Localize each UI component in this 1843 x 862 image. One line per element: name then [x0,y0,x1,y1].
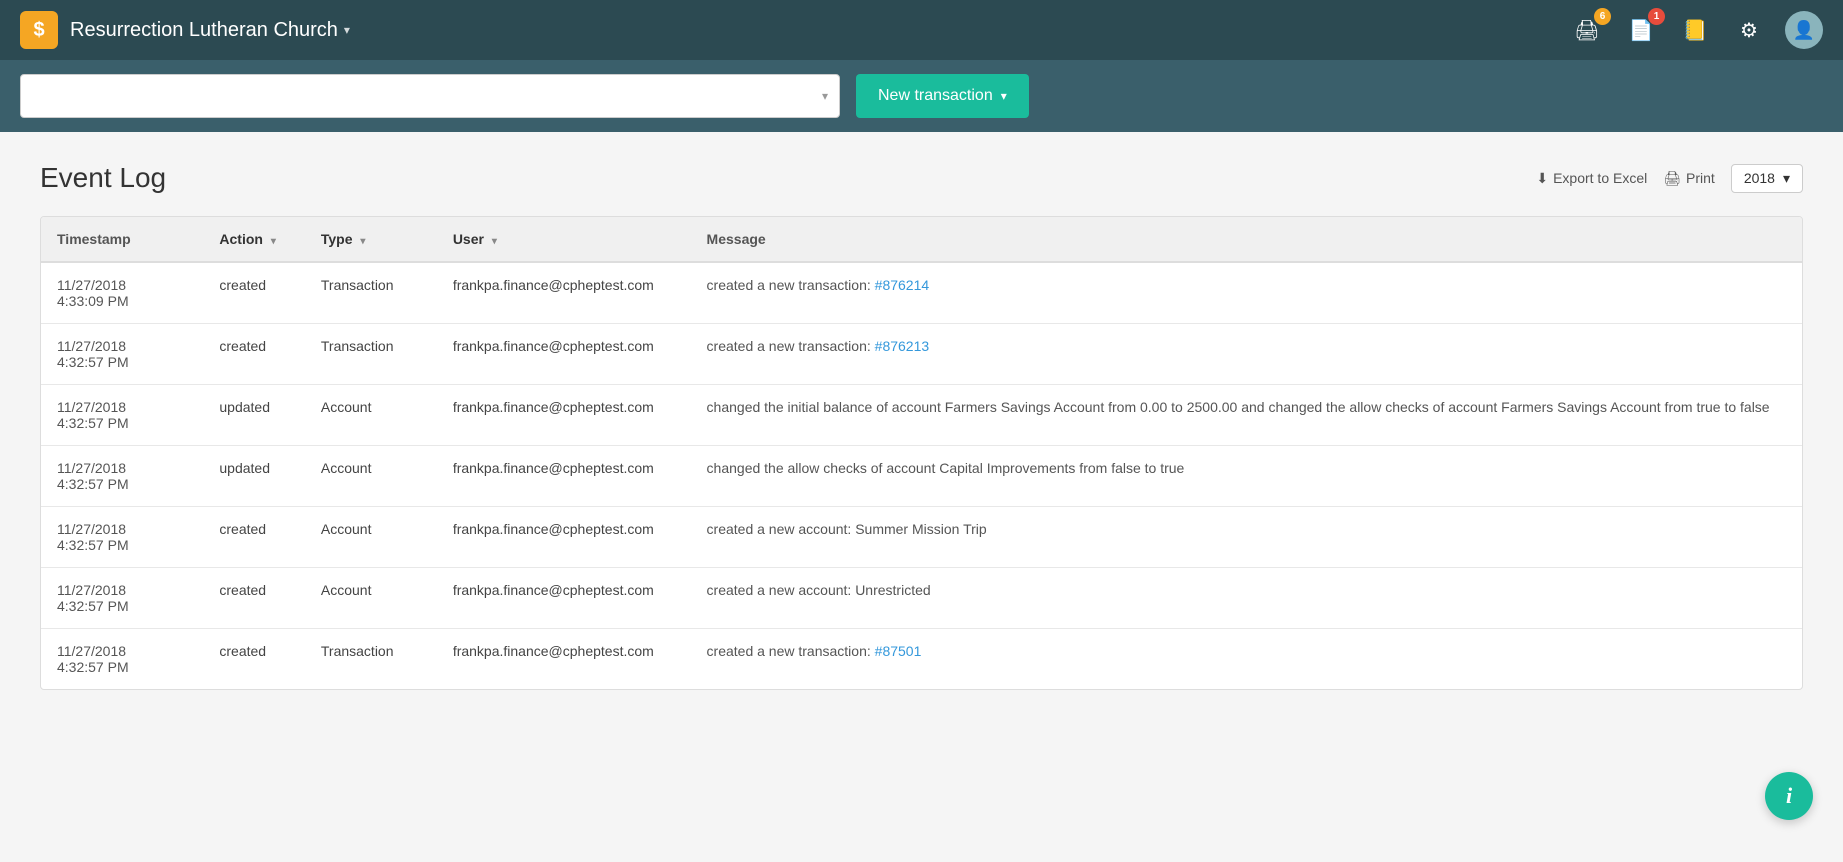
cell-message: created a new account: Summer Mission Tr… [691,507,1802,568]
settings-icon-button[interactable]: ⚙ [1731,12,1767,48]
cell-action: created [203,324,304,385]
new-transaction-chevron-icon: ▾ [1001,89,1007,103]
ledger-icon: 📒 [1683,18,1708,43]
year-chevron-icon: ▾ [1783,170,1790,187]
col-action[interactable]: Action ▾ [203,217,304,262]
new-transaction-label: New transaction [878,87,993,105]
cell-type: Account [305,507,437,568]
main-header: $ Resurrection Lutheran Church ▾ 🖨 6 📄 1… [0,0,1843,60]
header-left: $ Resurrection Lutheran Church ▾ [20,11,350,49]
cell-user: frankpa.finance@cpheptest.com [437,385,691,446]
cell-type: Transaction [305,262,437,324]
table-row: 11/27/20184:33:09 PMcreatedTransactionfr… [41,262,1802,324]
cell-timestamp: 11/27/20184:33:09 PM [41,262,203,324]
sub-header: ▾ New transaction ▾ [0,60,1843,132]
table-row: 11/27/20184:32:57 PMcreatedAccountfrankp… [41,568,1802,629]
table-row: 11/27/20184:32:57 PMupdatedAccountfrankp… [41,446,1802,507]
cell-user: frankpa.finance@cpheptest.com [437,629,691,690]
header-right: 🖨 6 📄 1 📒 ⚙ 👤 [1569,11,1823,49]
cell-action: created [203,507,304,568]
cell-user: frankpa.finance@cpheptest.com [437,446,691,507]
cell-user: frankpa.finance@cpheptest.com [437,507,691,568]
info-fab-button[interactable]: i [1765,772,1813,820]
col-user[interactable]: User ▾ [437,217,691,262]
gear-icon: ⚙ [1740,18,1758,43]
cell-action: created [203,629,304,690]
print-icon: 🖨 [1663,170,1681,187]
app-logo: $ [20,11,58,49]
cell-timestamp: 11/27/20184:32:57 PM [41,446,203,507]
new-transaction-button[interactable]: New transaction ▾ [856,74,1029,118]
cell-type: Account [305,568,437,629]
transaction-link[interactable]: #876213 [875,338,930,354]
event-log-table: Timestamp Action ▾ Type ▾ User ▾ [41,217,1802,689]
table-row: 11/27/20184:32:57 PMcreatedAccountfrankp… [41,507,1802,568]
table-header: Timestamp Action ▾ Type ▾ User ▾ [41,217,1802,262]
avatar-icon: 👤 [1793,20,1815,41]
search-chevron-icon: ▾ [822,89,828,103]
cell-message: created a new transaction: #876213 [691,324,1802,385]
print-badge: 6 [1594,8,1611,25]
document-icon-button[interactable]: 📄 1 [1623,12,1659,48]
cell-user: frankpa.finance@cpheptest.com [437,568,691,629]
info-icon: i [1786,783,1792,809]
doc-badge: 1 [1648,8,1665,25]
cell-timestamp: 11/27/20184:32:57 PM [41,324,203,385]
cell-message: created a new account: Unrestricted [691,568,1802,629]
event-log-header: Event Log ⬇ Export to Excel 🖨 Print 2018… [40,162,1803,194]
table-row: 11/27/20184:32:57 PMupdatedAccountfrankp… [41,385,1802,446]
org-chevron-icon: ▾ [344,23,350,37]
transaction-link[interactable]: #87501 [875,643,922,659]
search-input[interactable] [20,74,840,118]
col-message: Message [691,217,1802,262]
cell-type: Transaction [305,324,437,385]
cell-message: changed the allow checks of account Capi… [691,446,1802,507]
main-content: Event Log ⬇ Export to Excel 🖨 Print 2018… [0,132,1843,862]
print-icon-button[interactable]: 🖨 6 [1569,12,1605,48]
cell-action: updated [203,446,304,507]
cell-user: frankpa.finance@cpheptest.com [437,262,691,324]
cell-timestamp: 11/27/20184:32:57 PM [41,385,203,446]
action-sort-icon: ▾ [271,236,276,247]
user-sort-icon: ▾ [492,236,497,247]
table-row: 11/27/20184:32:57 PMcreatedTransactionfr… [41,324,1802,385]
col-type[interactable]: Type ▾ [305,217,437,262]
org-name-label: Resurrection Lutheran Church [70,19,338,42]
event-log-actions: ⬇ Export to Excel 🖨 Print 2018 ▾ [1536,164,1803,193]
cell-type: Transaction [305,629,437,690]
export-excel-button[interactable]: ⬇ Export to Excel [1536,170,1647,187]
year-label: 2018 [1744,170,1775,186]
table-body: 11/27/20184:33:09 PMcreatedTransactionfr… [41,262,1802,689]
cell-user: frankpa.finance@cpheptest.com [437,324,691,385]
download-icon: ⬇ [1536,170,1548,187]
search-container: ▾ [20,74,840,118]
user-avatar-button[interactable]: 👤 [1785,11,1823,49]
cell-timestamp: 11/27/20184:32:57 PM [41,629,203,690]
cell-message: changed the initial balance of account F… [691,385,1802,446]
cell-action: created [203,262,304,324]
cell-type: Account [305,446,437,507]
table-row: 11/27/20184:32:57 PMcreatedTransactionfr… [41,629,1802,690]
ledger-icon-button[interactable]: 📒 [1677,12,1713,48]
year-dropdown[interactable]: 2018 ▾ [1731,164,1803,193]
col-timestamp: Timestamp [41,217,203,262]
transaction-link[interactable]: #876214 [875,277,930,293]
cell-message: created a new transaction: #87501 [691,629,1802,690]
type-sort-icon: ▾ [360,236,365,247]
cell-timestamp: 11/27/20184:32:57 PM [41,568,203,629]
org-name-button[interactable]: Resurrection Lutheran Church ▾ [70,19,350,42]
cell-timestamp: 11/27/20184:32:57 PM [41,507,203,568]
cell-message: created a new transaction: #876214 [691,262,1802,324]
print-button[interactable]: 🖨 Print [1663,170,1715,187]
cell-action: updated [203,385,304,446]
cell-action: created [203,568,304,629]
cell-type: Account [305,385,437,446]
event-log-table-container: Timestamp Action ▾ Type ▾ User ▾ [40,216,1803,690]
page-title: Event Log [40,162,166,194]
